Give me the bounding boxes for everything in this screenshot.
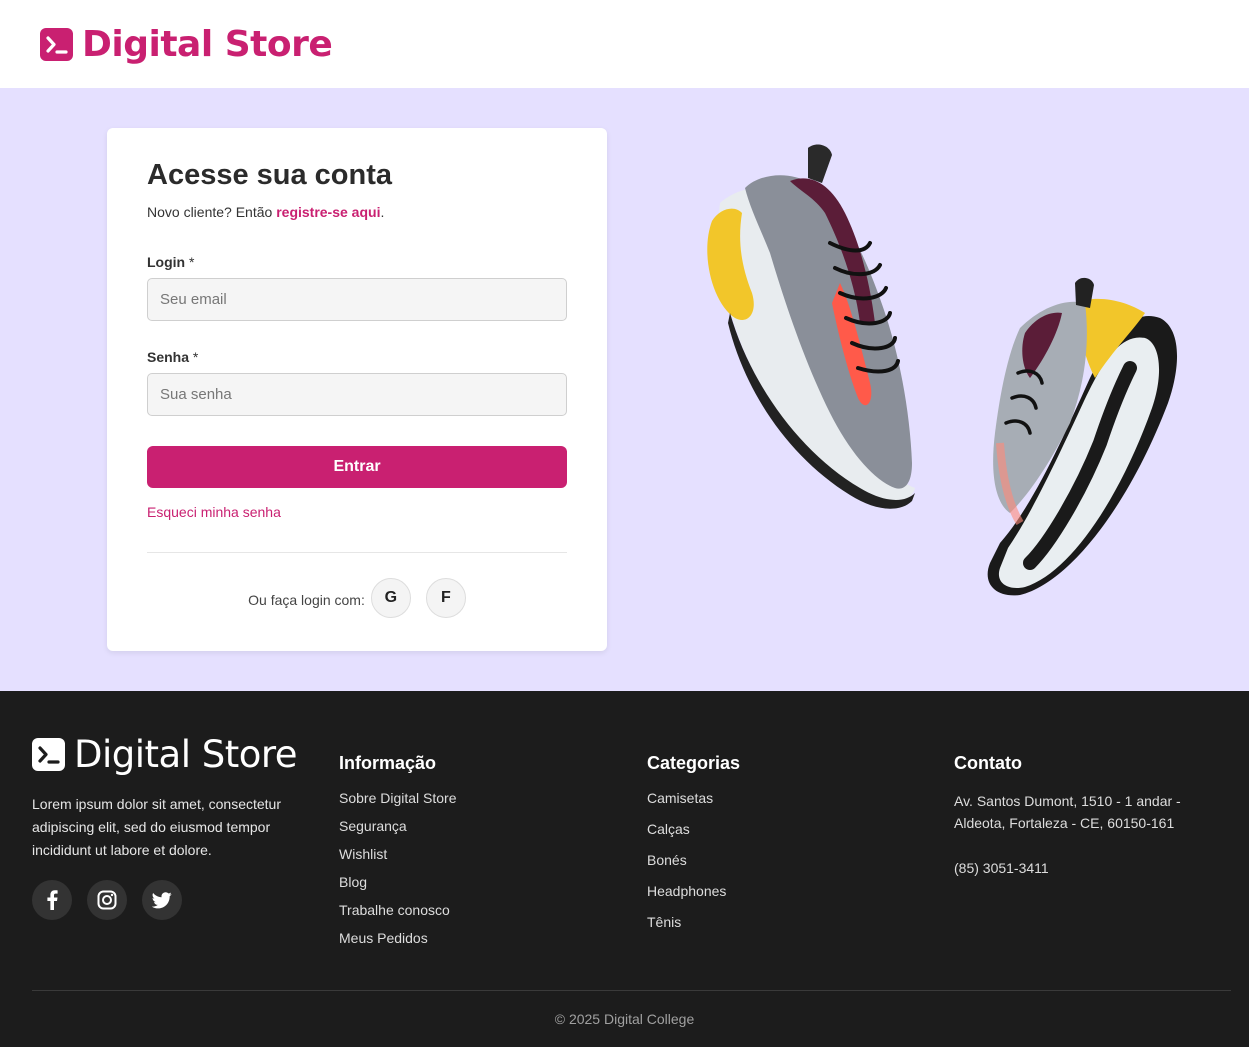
social-login: Ou faça login com: G F — [147, 578, 567, 618]
footer-link[interactable]: Blog — [339, 874, 457, 891]
forgot-password-link[interactable]: Esqueci minha senha — [147, 504, 281, 520]
login-label: Login * — [147, 254, 567, 270]
login-hero: Acesse sua conta Novo cliente? Então reg… — [0, 88, 1249, 691]
footer-link[interactable]: Meus Pedidos — [339, 930, 457, 947]
sneaker-right — [987, 277, 1178, 596]
facebook-icon[interactable] — [32, 880, 72, 920]
footer-categories-title: Categorias — [647, 753, 741, 773]
footer-info-title: Informação — [339, 753, 437, 773]
footer-phone: (85) 3051-3411 — [954, 860, 1049, 876]
login-card: Acesse sua conta Novo cliente? Então reg… — [107, 128, 607, 651]
login-button[interactable]: Entrar — [147, 446, 567, 488]
footer-link[interactable]: Calças — [647, 821, 740, 838]
footer-contact-column: Contato Av. Santos Dumont, 1510 - 1 anda… — [954, 753, 1214, 879]
password-input[interactable] — [147, 373, 567, 416]
required-marker: * — [192, 349, 199, 365]
footer-link[interactable]: Tênis — [647, 914, 740, 931]
social-login-label: Ou faça login com: — [248, 592, 365, 608]
register-link[interactable]: registre-se aqui — [276, 204, 380, 220]
login-title: Acesse sua conta — [147, 159, 393, 191]
site-header: Digital Store — [0, 0, 1249, 88]
footer-link[interactable]: Wishlist — [339, 846, 457, 863]
register-prompt: Novo cliente? Então registre-se aqui. — [147, 204, 567, 220]
brand-logo[interactable]: Digital Store — [40, 23, 333, 65]
footer-categories-column: Categorias Camisetas Calças Bonés Headph… — [647, 753, 740, 945]
footer-link[interactable]: Trabalhe conosco — [339, 902, 457, 919]
copyright: © 2025 Digital College — [554, 1011, 695, 1027]
facebook-login-button[interactable]: F — [425, 578, 466, 618]
email-input[interactable] — [147, 278, 567, 321]
site-footer: Digital Store Lorem ipsum dolor sit amet… — [0, 691, 1249, 1047]
sneakers-image — [707, 144, 1178, 596]
footer-link[interactable]: Bonés — [647, 852, 740, 869]
footer-brand-name: Digital Store — [74, 733, 298, 776]
footer-social-links — [32, 880, 182, 920]
terminal-icon — [32, 738, 65, 771]
instagram-icon[interactable] — [87, 880, 127, 920]
footer-link[interactable]: Camisetas — [647, 790, 740, 807]
register-prompt-text: Novo cliente? Então — [147, 204, 277, 220]
footer-info-column: Informação Sobre Digital Store Segurança… — [339, 753, 457, 958]
footer-link[interactable]: Segurança — [339, 818, 457, 835]
footer-link[interactable]: Headphones — [647, 883, 740, 900]
footer-address: Av. Santos Dumont, 1510 - 1 andar - Alde… — [954, 793, 1181, 831]
required-marker: * — [189, 254, 195, 270]
brand-name: Digital Store — [82, 23, 333, 65]
password-label: Senha * — [147, 349, 567, 365]
footer-brand-logo[interactable]: Digital Store — [32, 733, 298, 776]
divider — [147, 552, 567, 553]
footer-description: Lorem ipsum dolor sit amet, consectetur … — [32, 796, 281, 858]
google-login-button[interactable]: G — [370, 578, 411, 618]
twitter-icon[interactable] — [142, 880, 182, 920]
footer-divider — [32, 990, 1231, 991]
sneaker-left — [707, 144, 915, 509]
password-label-text: Senha — [147, 349, 190, 365]
login-label-text: Login — [147, 254, 186, 270]
register-prompt-suffix: . — [380, 204, 385, 220]
footer-link[interactable]: Sobre Digital Store — [339, 790, 457, 807]
footer-contact-title: Contato — [954, 753, 1022, 773]
terminal-icon — [40, 27, 73, 61]
